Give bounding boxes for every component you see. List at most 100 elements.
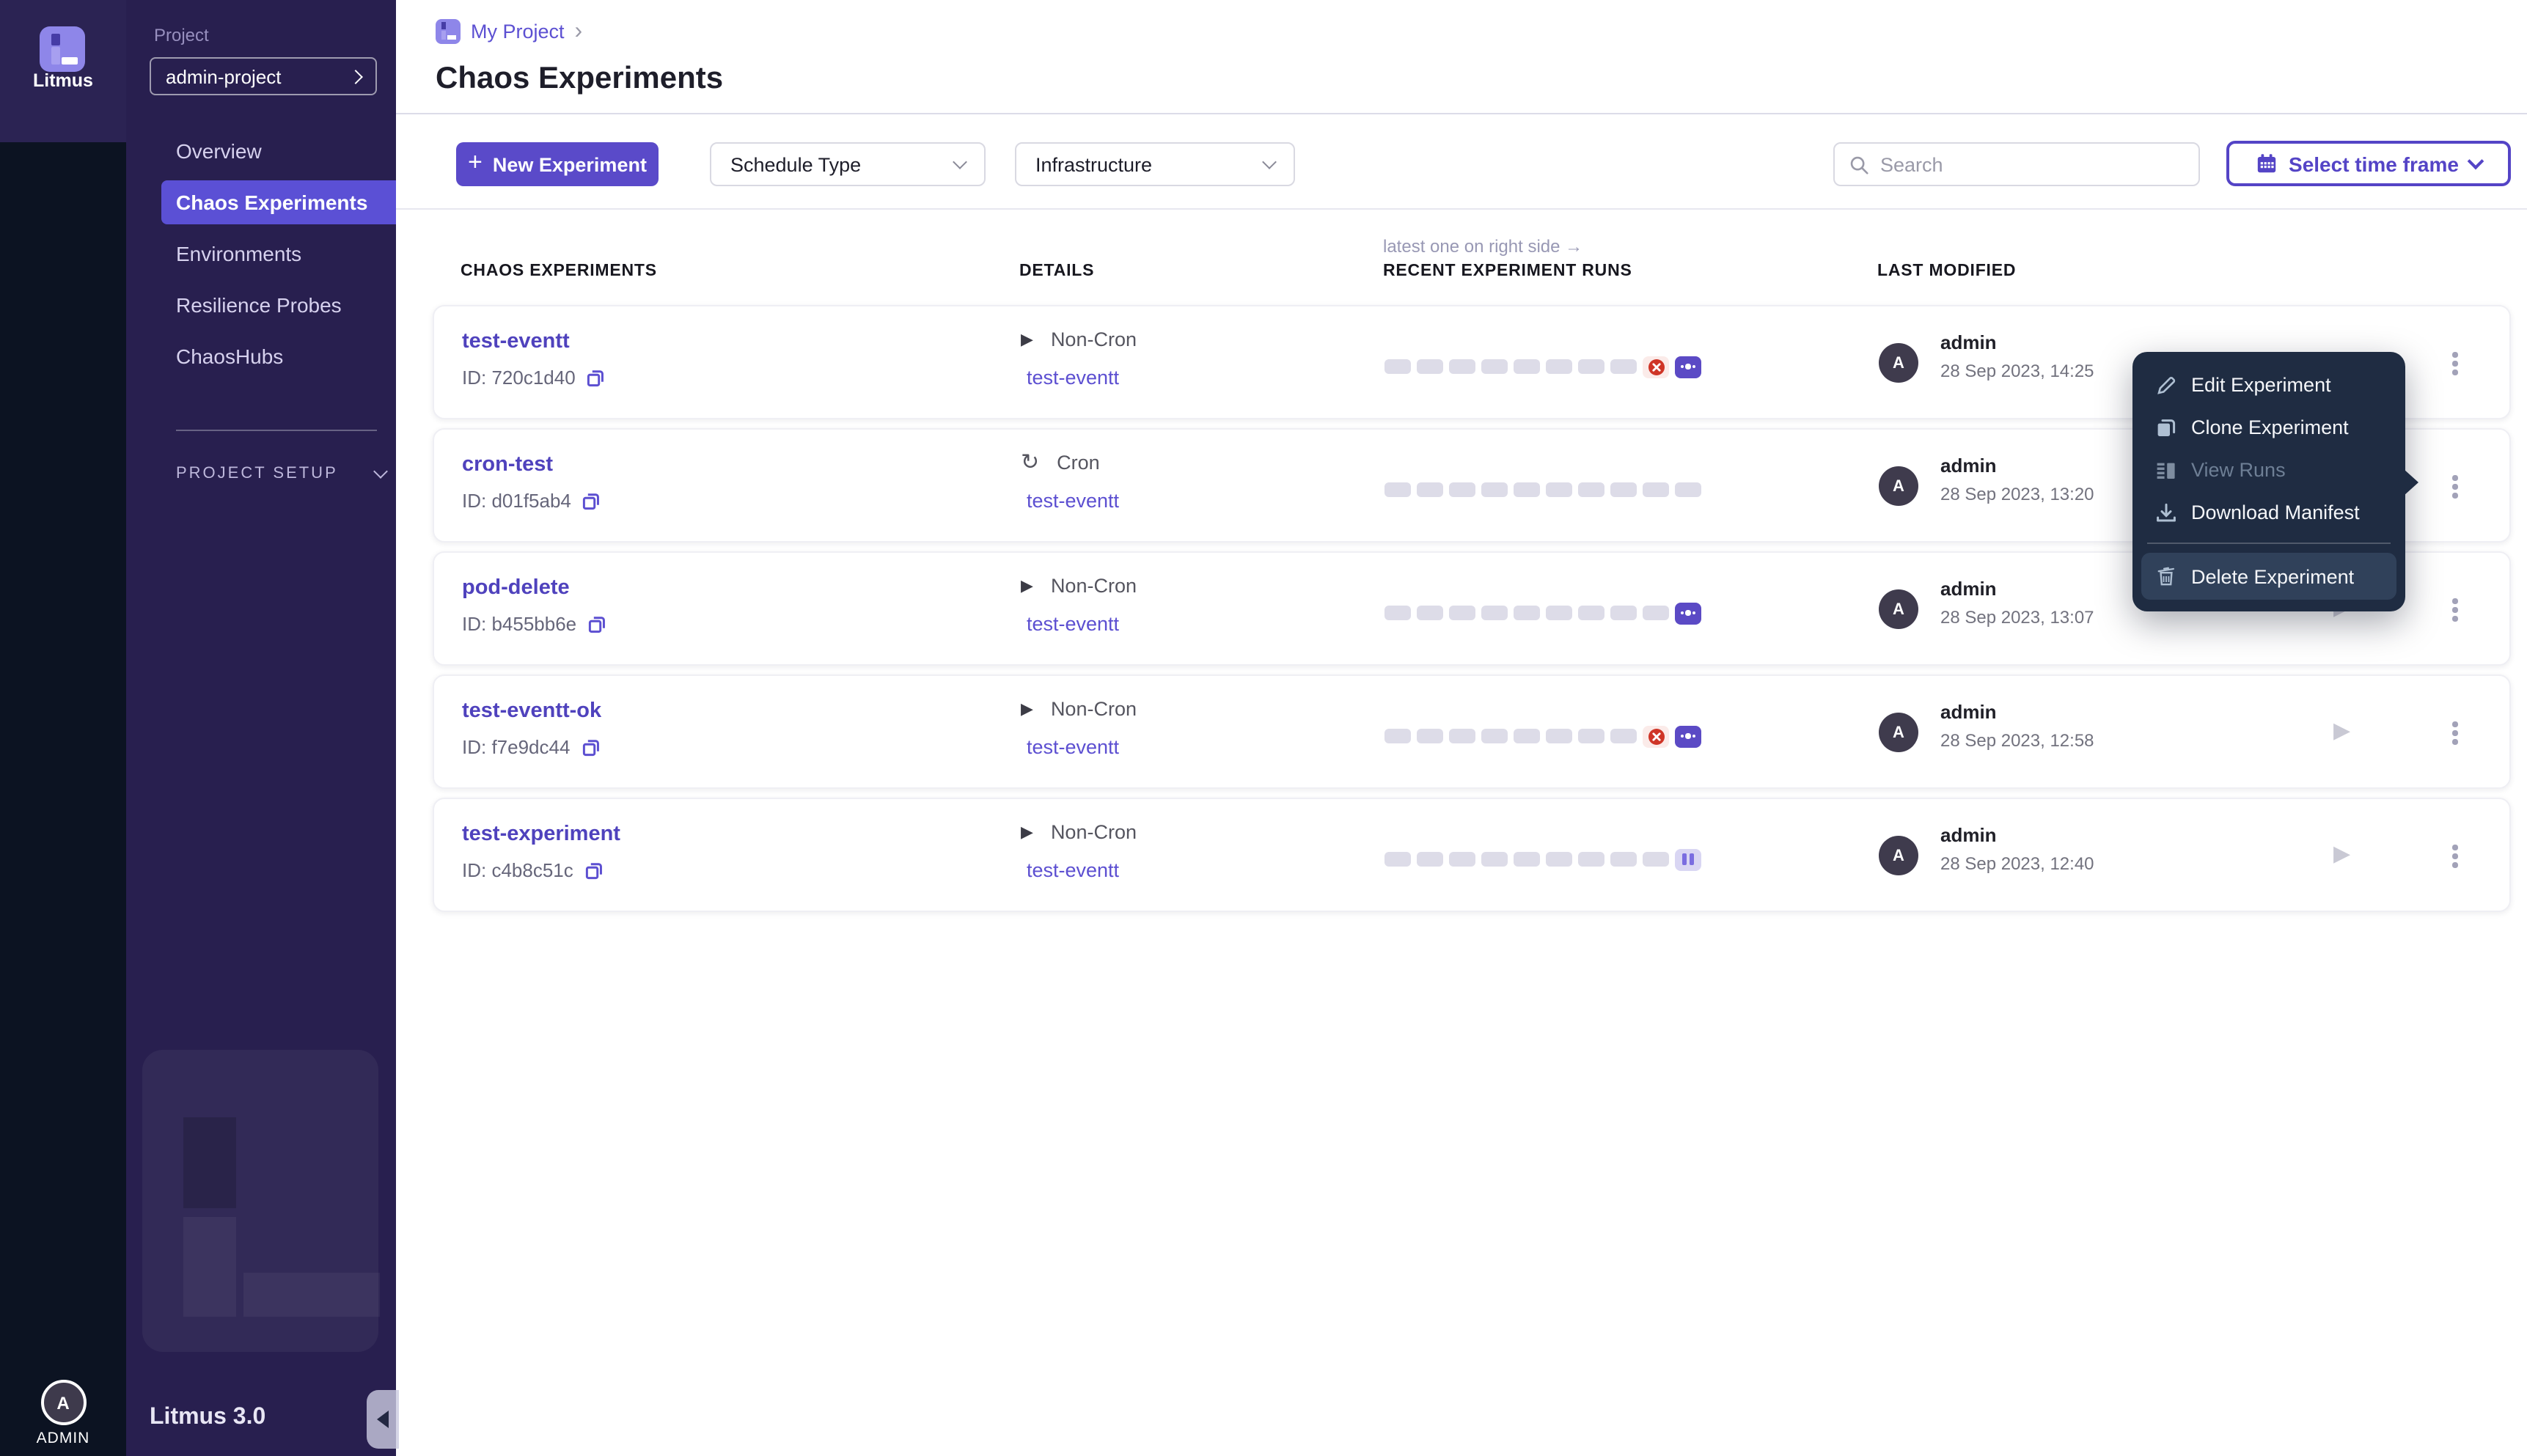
run-slot-empty xyxy=(1514,482,1540,497)
experiment-name-link[interactable]: pod-delete xyxy=(462,576,570,600)
copy-id-button[interactable] xyxy=(584,860,604,880)
run-status-failed-icon[interactable] xyxy=(1643,356,1669,378)
select-time-frame-button[interactable]: Select time frame xyxy=(2226,141,2511,186)
page-title: Chaos Experiments xyxy=(436,62,724,95)
copy-id-button[interactable] xyxy=(580,737,601,757)
infrastructure-dropdown[interactable]: Infrastructure xyxy=(1015,142,1295,186)
run-slot-empty xyxy=(1546,852,1572,867)
new-experiment-button[interactable]: + New Experiment xyxy=(456,142,659,186)
modified-by-name: admin xyxy=(1940,701,1997,723)
experiment-name-link[interactable]: test-experiment xyxy=(462,823,620,846)
recent-runs xyxy=(1384,601,1701,625)
run-slot-empty xyxy=(1610,606,1637,620)
run-slot-empty xyxy=(1449,729,1475,743)
sidebar-item-label: Resilience Probes xyxy=(176,293,342,317)
litmus-watermark xyxy=(142,1050,380,1352)
search-box[interactable] xyxy=(1833,142,2200,186)
chevron-down-icon xyxy=(2468,152,2485,170)
user-avatar[interactable]: A xyxy=(40,1380,86,1425)
failed-x-icon xyxy=(1648,359,1664,375)
experiment-id: ID: b455bb6e xyxy=(462,613,607,635)
copy-id-button[interactable] xyxy=(586,367,606,388)
sidebar-item-chaoshubs[interactable]: ChaosHubs xyxy=(126,334,396,378)
modified-by-avatar: A xyxy=(1879,589,1918,629)
run-status-running-icon[interactable] xyxy=(1675,725,1701,747)
run-slot-empty xyxy=(1578,606,1604,620)
breadcrumb-litmus-icon[interactable] xyxy=(436,19,461,44)
run-status-failed-icon[interactable] xyxy=(1643,725,1669,747)
experiment-id-text: ID: b455bb6e xyxy=(462,613,577,635)
project-label: Project xyxy=(154,25,209,45)
run-slot-empty xyxy=(1384,729,1411,743)
modified-date: 28 Sep 2023, 13:07 xyxy=(1940,607,2094,628)
schedule-type-dropdown[interactable]: Schedule Type xyxy=(710,142,986,186)
run-slot-empty xyxy=(1546,606,1572,620)
row-kebab-button[interactable] xyxy=(2442,591,2468,629)
run-experiment-button[interactable]: ▶ xyxy=(2333,717,2350,743)
context-menu-item-edit-experiment[interactable]: Edit Experiment xyxy=(2141,364,2396,406)
context-menu-item-view-runs: View Runs xyxy=(2141,449,2396,491)
run-status-running-icon[interactable] xyxy=(1675,356,1701,378)
row-kebab-button[interactable] xyxy=(2442,714,2468,752)
column-header-modified: LAST MODIFIED xyxy=(1877,262,2017,280)
context-menu-item-delete-experiment[interactable]: Delete Experiment xyxy=(2141,553,2396,600)
sidebar-item-overview[interactable]: Overview xyxy=(126,129,396,173)
experiment-detail-link[interactable]: test-eventt xyxy=(1027,859,1119,881)
experiment-detail-link[interactable]: test-eventt xyxy=(1027,613,1119,635)
modified-date: 28 Sep 2023, 12:58 xyxy=(1940,730,2094,751)
project-select[interactable]: admin-project xyxy=(150,57,377,95)
row-kebab-button[interactable] xyxy=(2442,345,2468,383)
run-slot-empty xyxy=(1449,482,1475,497)
experiment-name-link[interactable]: test-eventt-ok xyxy=(462,699,601,723)
copy-id-button[interactable] xyxy=(587,614,607,634)
context-menu-item-label: View Runs xyxy=(2191,459,2286,481)
modified-by-name: admin xyxy=(1940,578,1997,600)
schedule-type-value: Schedule Type xyxy=(730,153,862,175)
row-kebab-button[interactable] xyxy=(2442,468,2468,506)
copy-id-button[interactable] xyxy=(582,490,602,511)
run-slot-empty xyxy=(1449,852,1475,867)
litmus-logo-icon[interactable] xyxy=(40,26,85,72)
toolbar-divider xyxy=(396,208,2527,210)
plus-icon: + xyxy=(468,148,483,176)
schedule-type-label: Non-Cron xyxy=(1050,575,1137,597)
experiment-id: ID: 720c1d40 xyxy=(462,367,606,389)
non-cron-icon: ▶ xyxy=(1021,701,1033,718)
experiment-id: ID: c4b8c51c xyxy=(462,859,604,881)
experiment-detail-link[interactable]: test-eventt xyxy=(1027,490,1119,512)
run-slot-empty xyxy=(1384,606,1411,620)
context-menu-item-clone-experiment[interactable]: Clone Experiment xyxy=(2141,406,2396,449)
litmus-app: Litmus A ADMIN Project admin-project Ove… xyxy=(0,0,2527,1456)
search-input[interactable] xyxy=(1880,153,2185,175)
run-status-running-icon[interactable] xyxy=(1675,602,1701,624)
row-kebab-button[interactable] xyxy=(2442,837,2468,875)
modified-by-name: admin xyxy=(1940,331,1997,353)
sidebar-item-environments[interactable]: Environments xyxy=(126,232,396,276)
sidebar-collapse-button[interactable] xyxy=(367,1390,399,1449)
run-slot-empty xyxy=(1449,606,1475,620)
user-block[interactable]: A ADMIN xyxy=(0,1380,126,1447)
project-setup-section[interactable]: PROJECT SETUP xyxy=(176,464,389,482)
collapse-arrow-icon xyxy=(377,1411,389,1428)
experiment-name-link[interactable]: test-eventt xyxy=(462,330,570,353)
experiment-row: test-experiment ID: c4b8c51c ▶ Non-Cron test… xyxy=(433,798,2511,912)
sidebar-nav: Overview Chaos Experiments Environments Res… xyxy=(126,122,396,386)
experiment-detail-link[interactable]: test-eventt xyxy=(1027,367,1119,389)
run-slot-empty xyxy=(1514,359,1540,374)
experiment-detail-link[interactable]: test-eventt xyxy=(1027,736,1119,758)
search-icon xyxy=(1848,153,1870,175)
experiment-name-link[interactable]: cron-test xyxy=(462,453,553,477)
modified-date: 28 Sep 2023, 13:20 xyxy=(1940,484,2094,504)
breadcrumb: My Project › xyxy=(436,19,582,44)
non-cron-icon: ▶ xyxy=(1021,331,1033,349)
run-experiment-button[interactable]: ▶ xyxy=(2333,840,2350,867)
breadcrumb-link[interactable]: My Project xyxy=(471,21,565,43)
sidebar-item-label: ChaosHubs xyxy=(176,345,284,368)
context-menu-item-download-manifest[interactable]: Download Manifest xyxy=(2141,491,2396,534)
run-status-paused-icon[interactable] xyxy=(1675,848,1701,870)
sidebar-item-chaos-experiments[interactable]: Chaos Experiments xyxy=(161,180,396,224)
context-menu-item-label: Clone Experiment xyxy=(2191,416,2349,438)
row-context-menu: Edit Experiment Clone Experiment View Runs… xyxy=(2132,352,2418,611)
sidebar-item-resilience-probes[interactable]: Resilience Probes xyxy=(126,283,396,327)
run-slot-empty xyxy=(1481,606,1508,620)
